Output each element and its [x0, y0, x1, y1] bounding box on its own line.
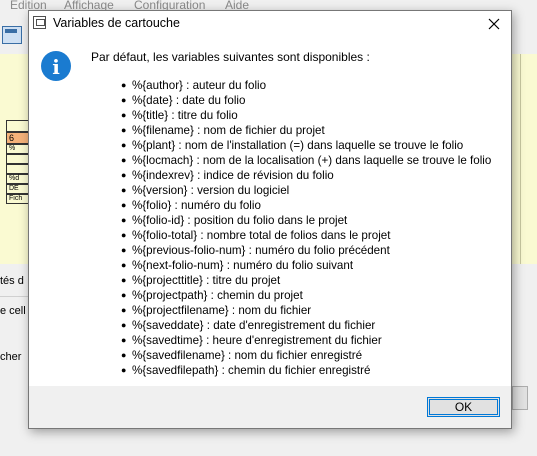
panel-label: e cell: [0, 305, 26, 317]
intro-text: Par défaut, les variables suivantes sont…: [91, 50, 370, 64]
bullet-icon: ●: [121, 140, 127, 150]
variable-description: %{author} : auteur du folio: [132, 79, 267, 92]
list-item: ● %{folio-id} : position du folio dans le…: [121, 213, 491, 228]
list-item: ● %{savedtime} : heure d'enregistrement d…: [121, 333, 491, 348]
information-icon: i: [41, 51, 71, 81]
toolbar-folder-icon[interactable]: [2, 26, 22, 44]
panel-divider: [0, 296, 30, 297]
dialog-content: i Par défaut, les variables suivantes so…: [29, 36, 511, 386]
ok-button[interactable]: OK: [427, 397, 500, 417]
bullet-icon: ●: [121, 170, 127, 180]
variable-description: %{plant} : nom de l'installation (=) dan…: [132, 139, 464, 152]
variable-description: %{version} : version du logiciel: [132, 184, 290, 197]
list-item: ● %{plant} : nom de l'installation (=) da…: [121, 138, 491, 153]
variable-description: %{indexrev} : indice de révision du foli…: [132, 169, 334, 182]
list-item: ● %{next-folio-num} : numéro du folio sui…: [121, 258, 491, 273]
list-item: ● %{folio-total} : nombre total de folios…: [121, 228, 491, 243]
variables-list: ● %{author} : auteur du folio ● %{date} : d…: [121, 78, 491, 378]
bullet-icon: ●: [121, 305, 127, 315]
variable-description: %{date} : date du folio: [132, 94, 246, 107]
bullet-icon: ●: [121, 290, 127, 300]
variable-description: %{next-folio-num} : numéro du folio suiv…: [132, 259, 354, 272]
list-item: ● %{locmach} : nom de la localisation (+)…: [121, 153, 491, 168]
dialog-title: Variables de cartouche: [53, 16, 180, 30]
variable-description: %{previous-folio-num} : numéro du folio …: [132, 244, 390, 257]
variable-description: %{projectpath} : chemin du projet: [132, 289, 303, 302]
list-item: ● %{author} : auteur du folio: [121, 78, 491, 93]
bullet-icon: ●: [121, 125, 127, 135]
variable-description: %{projectfilename} : nom du fichier: [132, 304, 312, 317]
variable-description: %{locmach} : nom de la localisation (+) …: [132, 154, 492, 167]
list-item: ● %{previous-folio-num} : numéro du folio…: [121, 243, 491, 258]
variable-description: %{folio-total} : nombre total de folios …: [132, 229, 391, 242]
bullet-icon: ●: [121, 185, 127, 195]
list-item: ● %{projectpath} : chemin du projet: [121, 288, 491, 303]
bullet-icon: ●: [121, 245, 127, 255]
bullet-icon: ●: [121, 275, 127, 285]
variable-description: %{title} : titre du folio: [132, 109, 238, 122]
variable-description: %{savedfilepath} : chemin du fichier enr…: [132, 364, 371, 377]
list-item: ● %{indexrev} : indice de révision du fol…: [121, 168, 491, 183]
bullet-icon: ●: [121, 200, 127, 210]
bullet-icon: ●: [121, 80, 127, 90]
bullet-icon: ●: [121, 260, 127, 270]
list-item: ● %{title} : titre du folio: [121, 108, 491, 123]
dialog-titlebar[interactable]: Variables de cartouche: [29, 11, 511, 36]
variable-description: %{saveddate} : date d'enregistrement du …: [132, 319, 376, 332]
dialog-footer: OK: [29, 386, 511, 428]
panel-label: tés d: [0, 275, 24, 287]
bullet-icon: ●: [121, 155, 127, 165]
list-item: ● %{saveddate} : date d'enregistrement du…: [121, 318, 491, 333]
list-item: ● %{savedfilepath} : chemin du fichier en…: [121, 363, 491, 378]
background-button[interactable]: [512, 386, 528, 410]
bullet-icon: ●: [121, 350, 127, 360]
close-button[interactable]: [477, 11, 511, 36]
list-item: ● %{folio} : numéro du folio: [121, 198, 491, 213]
background-canvas-edge: [520, 54, 537, 264]
variable-description: %{savedfilename} : nom du fichier enregi…: [132, 349, 363, 362]
bullet-icon: ●: [121, 215, 127, 225]
bullet-icon: ●: [121, 320, 127, 330]
panel-label: cher: [0, 351, 22, 363]
bullet-icon: ●: [121, 365, 127, 375]
list-item: ● %{savedfilename} : nom du fichier enreg…: [121, 348, 491, 363]
variable-description: %{filename} : nom de fichier du projet: [132, 124, 325, 137]
list-item: ● %{filename} : nom de fichier du projet: [121, 123, 491, 138]
list-item: ● %{date} : date du folio: [121, 93, 491, 108]
variable-description: %{projecttitle} : titre du projet: [132, 274, 281, 287]
variable-description: %{savedtime} : heure d'enregistrement du…: [132, 334, 382, 347]
bullet-icon: ●: [121, 110, 127, 120]
bullet-icon: ●: [121, 335, 127, 345]
bullet-icon: ●: [121, 230, 127, 240]
list-item: ● %{projecttitle} : titre du projet: [121, 273, 491, 288]
list-item: ● %{projectfilename} : nom du fichier: [121, 303, 491, 318]
list-item: ● %{version} : version du logiciel: [121, 183, 491, 198]
variable-description: %{folio-id} : position du folio dans le …: [132, 214, 348, 227]
variables-dialog: Variables de cartouche i Par défaut, les…: [28, 10, 512, 429]
bullet-icon: ●: [121, 95, 127, 105]
variable-description: %{folio} : numéro du folio: [132, 199, 261, 212]
window-app-icon: [33, 16, 46, 29]
close-icon: [488, 18, 500, 29]
